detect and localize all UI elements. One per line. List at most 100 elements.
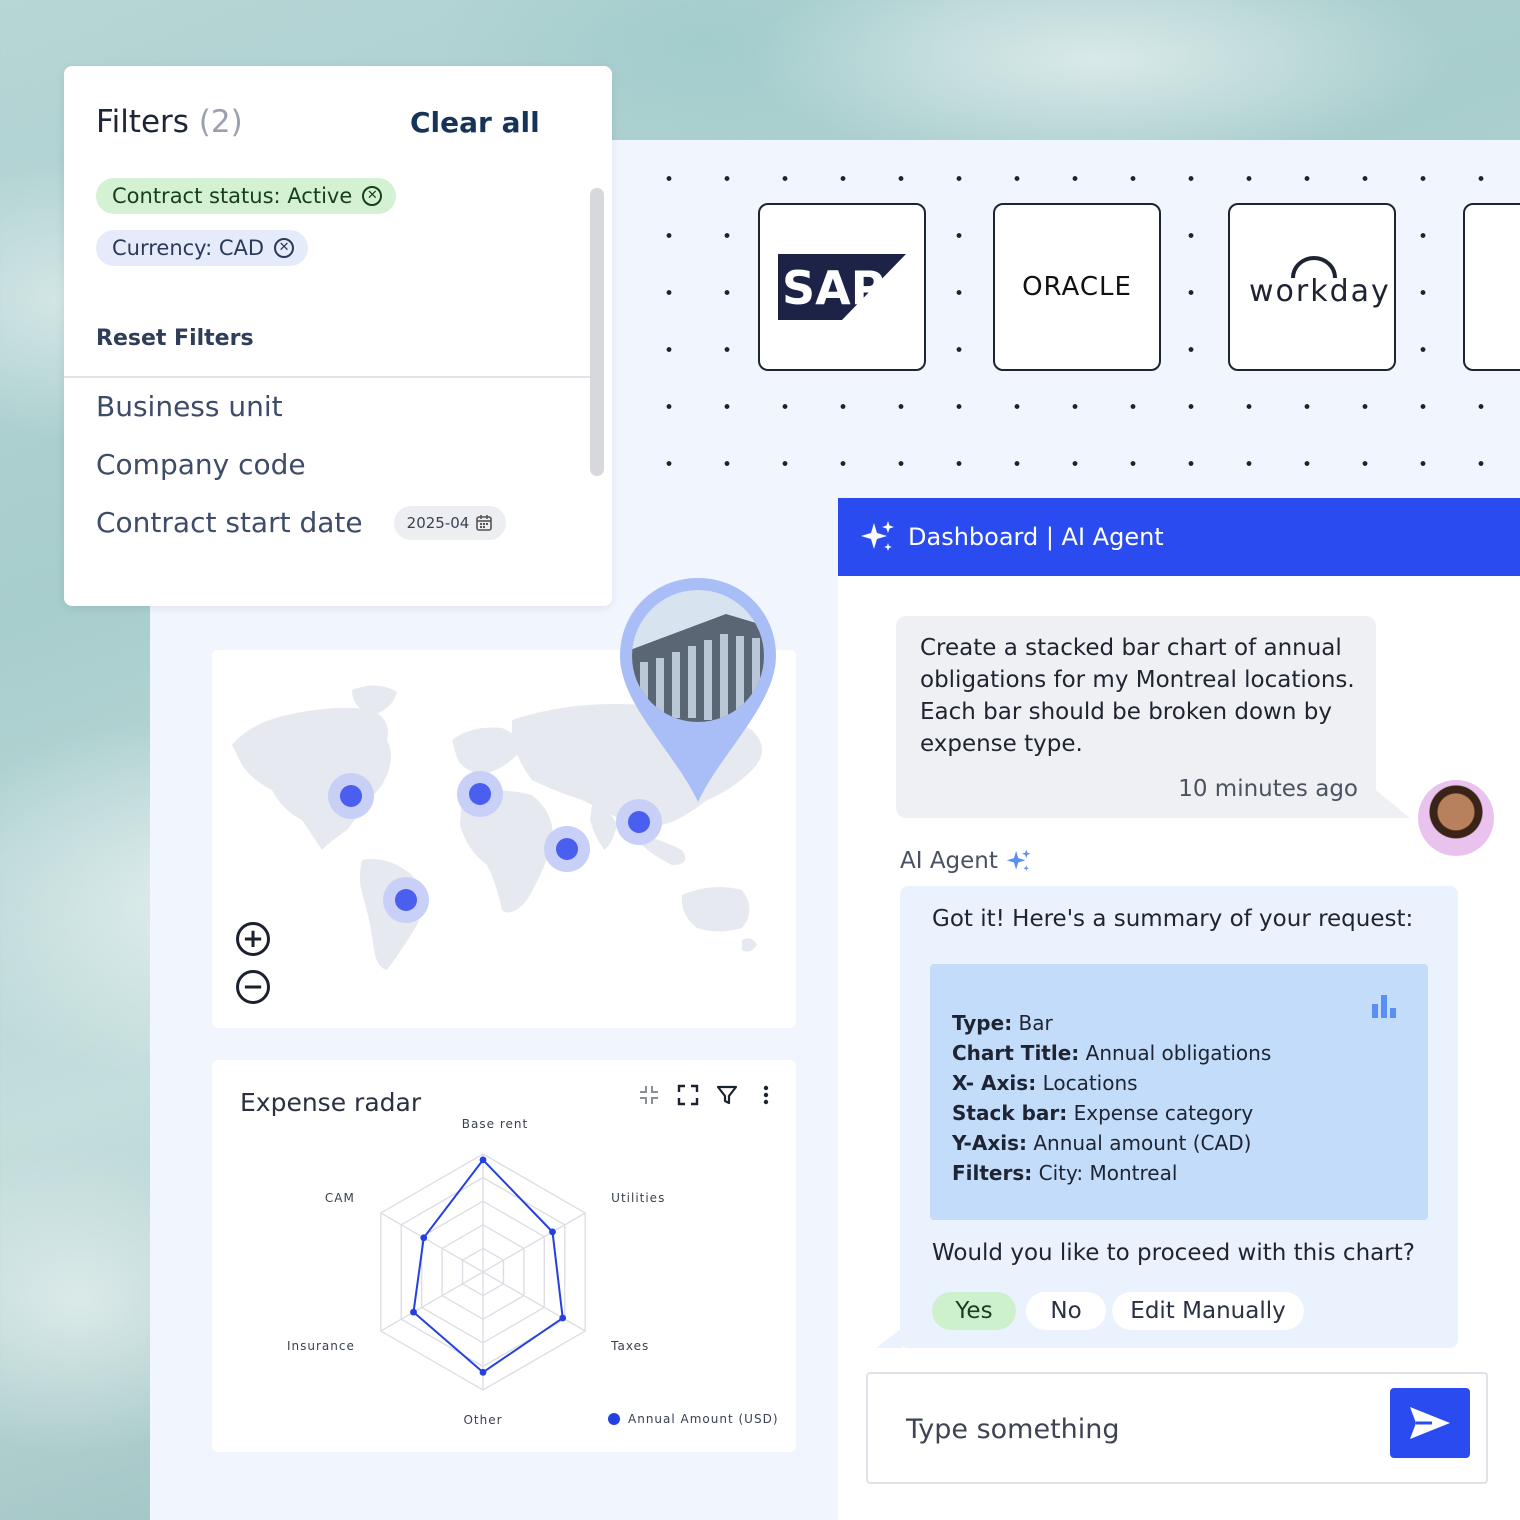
workday-logo-card[interactable]: workday [1228,203,1396,371]
sap-logo-card[interactable]: SAP [758,203,926,371]
chip-key: Contract status: [112,184,281,208]
summary-line: Chart Title: Annual obligations [952,1038,1271,1068]
ai-question-text: Would you like to proceed with this char… [932,1240,1415,1266]
radar-axis-label: Base rent [462,1117,528,1131]
user-avatar [1418,780,1494,856]
expense-radar-widget: Expense radar Base rent Utilities Taxes Oth… [212,1060,796,1452]
filters-divider [64,376,592,378]
oracle-logo-text: ORACLE [1022,272,1132,302]
radar-legend: Annual Amount (USD) [608,1412,779,1426]
radar-axis-label: Utilities [611,1191,665,1205]
filter-chip-contract-status[interactable]: Contract status: Active ✕ [96,178,397,214]
summary-value: Annual obligations [1085,1041,1272,1065]
user-bubble-tail [1366,782,1410,818]
chip-value: CAD [218,236,265,260]
radar-axis-label: Other [463,1413,502,1427]
ai-agent-panel: Dashboard | AI Agent Create a stacked ba… [838,498,1520,1520]
filters-panel: Filters (2) Clear all Contract status: A… [64,66,612,606]
clear-all-link[interactable]: Clear all [410,106,540,139]
summary-key: Y-Axis: [952,1131,1027,1155]
minus-icon: − [242,972,264,1002]
map-marker-north-america [328,773,374,819]
radar-axis-label: Insurance [287,1339,355,1353]
sparkle-icon [1006,849,1031,872]
filter-company-code[interactable]: Company code [96,448,306,481]
ai-agent-name: AI Agent [900,848,998,874]
summary-value: Bar [1018,1011,1053,1035]
filters-count: (2) [198,104,243,140]
filters-title-text: Filters [96,104,189,140]
zoom-in-button[interactable]: + [236,922,270,956]
summary-line: Filters: City: Montreal [952,1158,1271,1188]
map-marker-europe [457,771,503,817]
map-marker-middle-east [544,826,590,872]
chip-label: Currency: CAD [112,236,264,260]
radar-axis-label: CAM [325,1191,355,1205]
user-message-time: 10 minutes ago [1178,776,1358,802]
ai-message-bubble: Got it! Here's a summary of your request… [900,886,1458,1348]
chip-label: Contract status: Active [112,184,352,208]
chat-input[interactable] [906,1408,1366,1450]
send-icon [1410,1407,1450,1439]
radar-point[interactable] [410,1308,417,1316]
chat-input-container [866,1372,1488,1484]
filters-title: Filters (2) [96,104,243,140]
remove-chip-icon[interactable]: ✕ [362,186,383,206]
summary-key: X- Axis: [952,1071,1037,1095]
workday-logo-text: workday [1249,274,1391,309]
ai-bubble-tail [876,1328,902,1348]
date-value: 2025-04 [406,514,470,532]
map-marker-south-america [383,877,429,923]
date-picker-input[interactable]: 2025-04 [394,506,506,540]
sparkle-icon [861,521,894,551]
oracle-logo-card[interactable]: ORACLE [993,203,1161,371]
send-button[interactable] [1390,1388,1470,1458]
radar-grid-spoke [482,1271,586,1332]
summary-value: Locations [1042,1071,1138,1095]
reset-filters-button[interactable]: Reset Filters [96,326,254,351]
chip-value: Active [287,184,353,208]
yes-button[interactable]: Yes [932,1292,1016,1330]
filter-business-unit[interactable]: Business unit [96,390,283,423]
chip-key: Currency: [112,236,213,260]
no-button[interactable]: No [1026,1292,1106,1330]
radar-point[interactable] [549,1228,556,1236]
radar-axis-label: Taxes [610,1339,649,1353]
map-marker-asia [616,799,662,845]
summary-value: Annual amount (CAD) [1033,1131,1252,1155]
chat-header: Dashboard | AI Agent [838,498,1520,576]
summary-key: Type: [952,1011,1013,1035]
edit-manually-button[interactable]: Edit Manually [1112,1292,1304,1330]
radar-point[interactable] [559,1314,567,1322]
plus-icon: + [242,924,264,954]
legend-swatch [608,1413,620,1425]
radar-chart: Base rent Utilities Taxes Other Insurance CAM [287,1117,665,1427]
integration-logo-card-partial[interactable] [1463,203,1520,371]
radar-grid-spoke [380,1212,484,1273]
summary-key: Stack bar: [952,1101,1068,1125]
ai-intro-text: Got it! Here's a summary of your request… [932,906,1414,932]
sap-logo-text: SAP [782,261,884,315]
summary-key: Chart Title: [952,1041,1080,1065]
summary-key: Filters: [952,1161,1033,1185]
location-pin-icon [620,578,776,802]
remove-chip-icon[interactable]: ✕ [274,238,295,258]
radar-point[interactable] [479,1368,487,1376]
radar-point[interactable] [479,1156,487,1164]
filters-scrollbar[interactable] [590,188,604,476]
calendar-icon [476,515,493,531]
request-summary-box: Type: Bar Chart Title: Annual obligation… [930,964,1428,1220]
summary-line: X- Axis: Locations [952,1068,1271,1098]
sap-logo-icon: SAP [778,254,906,320]
filter-chip-currency[interactable]: Currency: CAD ✕ [96,230,309,266]
ai-agent-label: AI Agent [900,848,1032,874]
summary-line: Y-Axis: Annual amount (CAD) [952,1128,1271,1158]
filter-contract-start-date[interactable]: Contract start date [96,506,363,539]
radar-point[interactable] [420,1234,428,1242]
legend-label: Annual Amount (USD) [628,1412,779,1426]
summary-line: Stack bar: Expense category [952,1098,1271,1128]
summary-value: City: Montreal [1038,1161,1178,1185]
zoom-out-button[interactable]: − [236,970,270,1004]
radar-grid-spoke [380,1271,484,1332]
summary-line: Type: Bar [952,1008,1271,1038]
